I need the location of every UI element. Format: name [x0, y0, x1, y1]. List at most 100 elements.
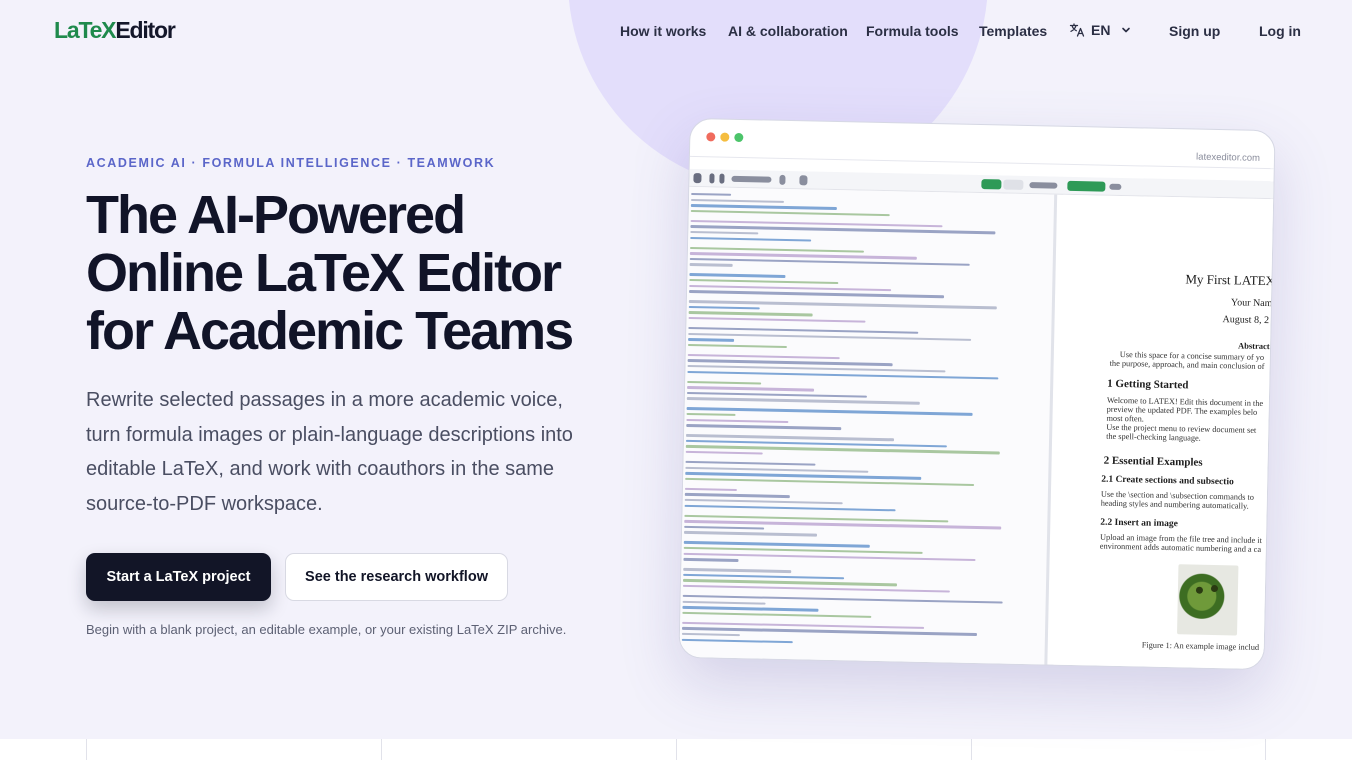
- hero-lead: Rewrite selected passages in a more acad…: [86, 389, 573, 515]
- pdf-abstract-line: the purpose, approach, and main conclusi…: [1109, 358, 1265, 372]
- code-line: [683, 568, 792, 573]
- code-line: [682, 600, 766, 605]
- code-line: [687, 380, 762, 385]
- code-line: [691, 192, 732, 197]
- minimize-dot-icon: [720, 132, 730, 142]
- code-line: [689, 278, 839, 285]
- logo[interactable]: LaTeXEditor: [54, 17, 176, 44]
- code-line: [681, 632, 740, 637]
- toolbar-icon: [693, 173, 702, 184]
- image-detail: [1210, 584, 1219, 593]
- login-link[interactable]: Log in: [1259, 23, 1301, 39]
- pdf-figure-caption: Figure 1: An example image includ: [1141, 640, 1260, 652]
- pdf-preview: My First LATEX Your Nam August 8, 2 Abst…: [1053, 194, 1276, 671]
- code-line: [690, 209, 890, 217]
- code-line: [688, 305, 760, 310]
- code-line: [689, 290, 945, 298]
- code-line: [690, 230, 759, 235]
- pdf-section-1: 1 Getting Started: [1107, 377, 1189, 392]
- hero-note: Begin with a blank project, an editable …: [86, 622, 567, 637]
- code-line: [686, 424, 842, 430]
- pdf-s1-line: the spell-checking language.: [1106, 431, 1201, 443]
- column-divider: [1265, 739, 1266, 760]
- nav-templates[interactable]: Templates: [979, 23, 1047, 39]
- code-line: [685, 450, 763, 455]
- code-line: [682, 611, 872, 619]
- chevron-down-icon: [1122, 27, 1131, 33]
- code-line: [684, 487, 737, 492]
- hero-eyebrow: ACADEMIC AI · FORMULA INTELLIGENCE · TEA…: [86, 156, 496, 170]
- start-project-button[interactable]: Start a LaTeX project: [86, 553, 271, 601]
- example-image: [1177, 564, 1239, 636]
- source-pane: [679, 186, 1058, 667]
- toolbar-icons: [1029, 182, 1058, 189]
- code-line: [688, 311, 813, 317]
- code-line: [687, 353, 840, 360]
- research-workflow-button[interactable]: See the research workflow: [285, 553, 508, 601]
- visual-mode-chip: [1003, 179, 1024, 190]
- mockup-url: latexeditor.com: [1195, 151, 1261, 164]
- nav-how-it-works[interactable]: How it works: [620, 23, 706, 39]
- toolbar-icon: [719, 173, 725, 184]
- recompile-chip: [1067, 180, 1106, 192]
- column-divider: [676, 739, 677, 760]
- code-line: [685, 477, 975, 487]
- pdf-s22-line: environment adds automatic numbering and…: [1099, 541, 1262, 554]
- code-line: [687, 343, 787, 349]
- signup-link[interactable]: Sign up: [1169, 23, 1220, 39]
- code-line: [686, 412, 736, 417]
- code-line: [684, 504, 896, 512]
- column-divider: [971, 739, 972, 760]
- code-line: [687, 386, 815, 392]
- code-line: [684, 531, 818, 537]
- feature-strip: [0, 739, 1352, 760]
- pdf-subsection-22: 2.2 Insert an image: [1100, 517, 1178, 530]
- toolbar-icon: [709, 173, 715, 184]
- code-line: [686, 418, 789, 424]
- hero-headline: The AI-Powered Online LaTeX Editor for A…: [86, 185, 574, 361]
- nav-ai-collaboration[interactable]: AI & collaboration: [728, 23, 848, 39]
- pdf-author: Your Nam: [1230, 297, 1273, 310]
- toolbar-icons: [731, 175, 772, 183]
- code-line: [688, 316, 866, 324]
- code-line: [690, 198, 785, 203]
- code-line: [684, 493, 790, 498]
- maximize-dot-icon: [734, 132, 744, 143]
- close-dot-icon: [706, 132, 716, 142]
- code-line: [684, 498, 843, 505]
- editor-mockup: latexeditor.com My First LATEX Your Nam …: [678, 117, 1276, 671]
- code-line: [689, 273, 786, 278]
- language-selector[interactable]: EN: [1069, 22, 1132, 38]
- code-line: [683, 558, 739, 562]
- pdf-subsection-21: 2.1 Create sections and subsectio: [1101, 474, 1234, 488]
- translate-icon: [1069, 23, 1085, 37]
- column-divider: [381, 739, 382, 760]
- language-label: EN: [1091, 22, 1111, 38]
- code-line: [689, 263, 733, 267]
- code-line: [683, 573, 845, 580]
- code-mode-chip: [981, 179, 1002, 190]
- nav-formula-tools[interactable]: Formula tools: [866, 23, 959, 39]
- pdf-date: August 8, 2: [1222, 314, 1270, 327]
- pdf-s21-line: heading styles and numbering automatical…: [1100, 498, 1249, 511]
- toolbar-icons: [1109, 183, 1122, 190]
- pdf-title: My First LATEX: [1185, 271, 1276, 289]
- pdf-abstract-heading: Abstract: [1237, 340, 1270, 352]
- code-line: [688, 338, 735, 342]
- code-line: [685, 460, 816, 467]
- code-line: [687, 370, 999, 380]
- code-line: [686, 397, 920, 405]
- column-divider: [86, 739, 87, 760]
- code-line: [681, 638, 793, 644]
- code-line: [690, 204, 837, 210]
- code-line: [682, 606, 819, 612]
- top-nav: LaTeXEditor How it works AI & collaborat…: [0, 0, 1352, 62]
- code-line: [684, 525, 765, 530]
- code-line: [689, 246, 864, 253]
- mockup-titlebar: latexeditor.com: [689, 118, 1275, 170]
- toolbar-icon: [779, 174, 786, 185]
- toolbar-icon: [799, 175, 808, 186]
- code-line: [682, 584, 950, 593]
- pdf-section-2: 2 Essential Examples: [1103, 454, 1203, 469]
- code-line: [690, 236, 812, 242]
